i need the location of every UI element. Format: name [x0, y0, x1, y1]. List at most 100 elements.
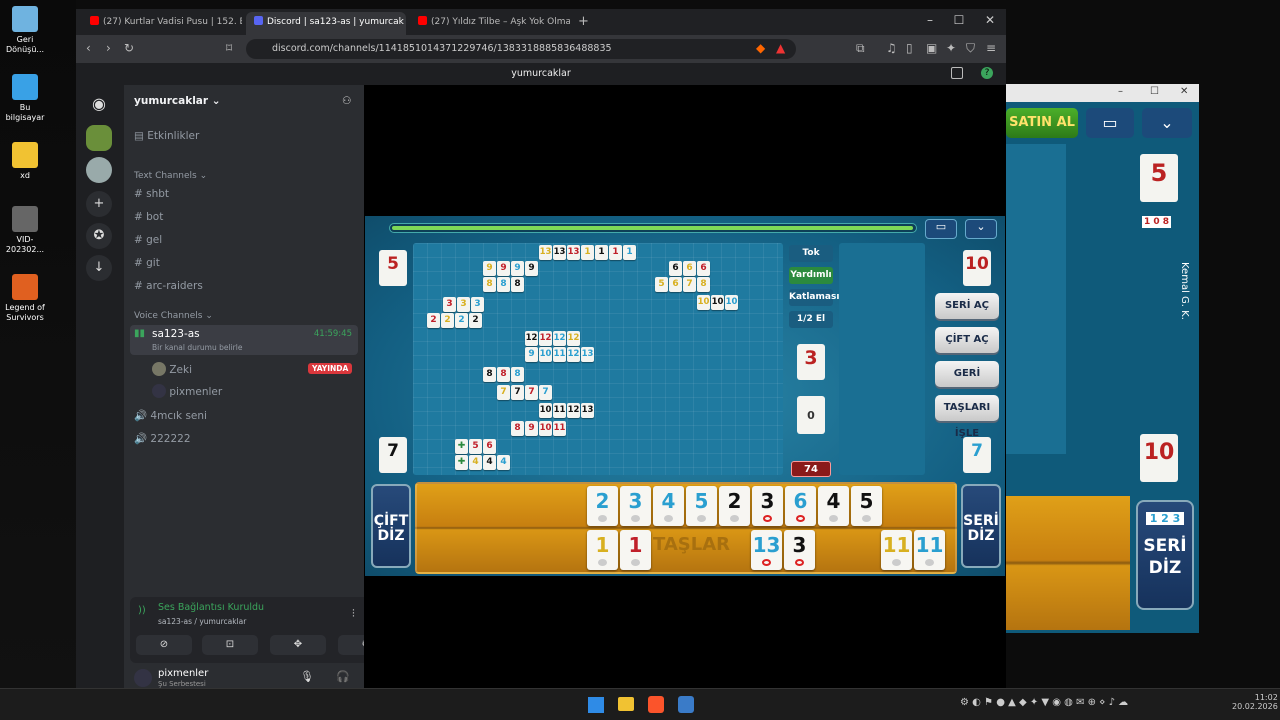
discord-home-icon[interactable]: ◉: [86, 91, 112, 117]
download-icon[interactable]: ↓: [86, 255, 112, 281]
maximize-button[interactable]: ☐: [1150, 86, 1159, 97]
buy-button[interactable]: SATIN AL: [1006, 108, 1078, 138]
rack-tile[interactable]: 3: [752, 486, 783, 526]
rack-tile[interactable]: 13: [751, 530, 782, 570]
tray-icons[interactable]: ⚙ ◐ ⚑ ● ▲ ◆ ✦ ▼ ◉ ◍ ✉ ⊕ ⋄ ♪ ☁: [960, 697, 1128, 708]
game-window[interactable]: – ☐ ✕ SATIN AL ▭ ⌄ 5 1 0 8 Kemal G. K. 1…: [1006, 84, 1199, 633]
seri-diz-button[interactable]: SERİ DİZ: [961, 484, 1001, 568]
text-category[interactable]: Text Channels ⌄: [134, 171, 207, 181]
help-icon[interactable]: ?: [981, 67, 993, 79]
screenshare-icon[interactable]: ⊡: [202, 635, 258, 655]
seri-diz-button[interactable]: 1 2 3 SERİ DİZ: [1136, 500, 1194, 610]
voice-user-pixmenler[interactable]: pixmenler: [152, 384, 222, 398]
channel-arc-raiders[interactable]: # arc-raiders: [134, 280, 203, 292]
folder-icon[interactable]: xd: [0, 142, 50, 181]
url-input[interactable]: discord.com/channels/1141851014371229746…: [246, 39, 796, 59]
forward-icon[interactable]: ›: [106, 41, 111, 55]
brave-rewards-icon[interactable]: ▲: [776, 41, 785, 55]
this-pc-icon[interactable]: Bu bilgisayar: [0, 74, 50, 123]
maximize-button[interactable]: ☐: [949, 13, 969, 27]
server-yumurcaklar-icon[interactable]: [86, 125, 112, 151]
avatar[interactable]: [134, 669, 152, 687]
brave-shield-icon[interactable]: ◆: [756, 41, 765, 55]
rack-tile[interactable]: 6: [785, 486, 816, 526]
media-icon[interactable]: ♫: [886, 41, 897, 55]
add-server-icon[interactable]: +: [86, 191, 112, 217]
rack-tile[interactable]: 3: [784, 530, 815, 570]
mic-icon[interactable]: 🎙: [300, 670, 314, 683]
player-rack[interactable]: TAŞLAR 2 3 4 5 2 3 6 4 5 1 1 13 3 11 11: [415, 482, 957, 574]
minimize-button[interactable]: –: [1118, 86, 1123, 97]
close-button[interactable]: ✕: [1180, 86, 1188, 97]
game-shortcut-icon[interactable]: Legend of Survivors: [0, 274, 50, 323]
vpn-icon[interactable]: ⛉: [966, 41, 975, 56]
headphones-icon[interactable]: 🎧: [336, 670, 350, 683]
screenshot-icon[interactable]: ⧉: [856, 41, 865, 56]
geri-topla-button[interactable]: GERİ TOPLA: [935, 361, 999, 405]
chat-icon[interactable]: ▭: [925, 219, 957, 239]
new-tab-button[interactable]: +: [574, 12, 594, 35]
right-discard-top[interactable]: 10: [963, 250, 991, 286]
invite-icon[interactable]: ⚇: [342, 95, 351, 107]
active-voice-channel[interactable]: ▮▮ sa123-as 41:59:45 Bir kanal durumu be…: [130, 325, 358, 355]
channel-git[interactable]: # git: [134, 257, 160, 269]
server-avatar-icon[interactable]: [86, 157, 112, 183]
seri-ac-button[interactable]: SERİ AÇ: [935, 293, 999, 319]
brave-icon[interactable]: [648, 696, 664, 713]
stream-viewer[interactable]: ▭ ⌄ 5 7 13 13 13 1 1 1 1 9 9 9 9 8 8 8 3 3 3 2 2 2 2 6 6 6 5 6 7 8 1…: [364, 85, 1006, 688]
cift-ac-button[interactable]: ÇİFT AÇ: [935, 327, 999, 353]
camera-off-icon[interactable]: ⊘: [136, 635, 192, 655]
video-file-icon[interactable]: VID-202302...: [0, 206, 50, 255]
reload-icon[interactable]: ↻: [124, 41, 134, 55]
rack-tile[interactable]: 11: [914, 530, 945, 570]
voice-channel-4mcik[interactable]: 🔊 4mcık seni: [134, 409, 207, 422]
ai-icon[interactable]: ✦: [946, 41, 956, 55]
left-discard-top[interactable]: 5: [379, 250, 407, 286]
voice-channel-222222[interactable]: 🔊 222222: [134, 432, 191, 445]
rack-tile[interactable]: 1: [620, 530, 651, 570]
noise-icon[interactable]: ⫶: [352, 607, 355, 621]
rack-tile[interactable]: 5: [851, 486, 882, 526]
voice-user-zeki[interactable]: Zeki: [152, 362, 192, 376]
rack-tile[interactable]: 11: [881, 530, 912, 570]
bookmark-icon[interactable]: ⌑: [226, 41, 232, 55]
clock[interactable]: 11:02 20.02.2026: [1232, 693, 1278, 711]
events-item[interactable]: ▤ Etkinlikler: [134, 130, 199, 142]
card-top[interactable]: 5: [1140, 154, 1178, 202]
center-pile[interactable]: 3: [797, 344, 825, 380]
minimize-button[interactable]: –: [920, 13, 940, 27]
rack-tile[interactable]: 1: [587, 530, 618, 570]
file-explorer-icon[interactable]: [618, 697, 634, 711]
taslari-isle-button[interactable]: TAŞLARI İŞLE: [935, 395, 999, 439]
channel-gel[interactable]: # gel: [134, 234, 162, 246]
activities-icon[interactable]: ✥: [270, 635, 326, 655]
chevron-down-icon[interactable]: ⌄: [965, 219, 997, 239]
inbox-icon[interactable]: [951, 67, 963, 79]
sidebar-icon[interactable]: ▯: [906, 41, 913, 55]
voice-category[interactable]: Voice Channels ⌄: [134, 311, 213, 321]
okey-game-board[interactable]: ▭ ⌄ 5 7 13 13 13 1 1 1 1 9 9 9 9 8 8 8 3 3 3 2 2 2 2 6 6 6 5 6 7 8 1…: [365, 216, 1005, 576]
wallet-icon[interactable]: ▣: [926, 41, 937, 55]
cift-diz-button[interactable]: ÇİFT DİZ: [371, 484, 411, 568]
channel-shbt[interactable]: # shbt: [134, 188, 169, 200]
menu-icon[interactable]: ≡: [986, 41, 996, 55]
tab-youtube-2[interactable]: (27) Yıldız Tilbe – Aşk Yok Olmaktır: [410, 12, 570, 35]
game-app-icon[interactable]: [678, 696, 694, 713]
rack-tile[interactable]: 5: [686, 486, 717, 526]
channel-bot[interactable]: # bot: [134, 211, 163, 223]
rack-tile[interactable]: 3: [620, 486, 651, 526]
rack-tile[interactable]: 2: [587, 486, 618, 526]
left-discard-bottom[interactable]: 7: [379, 437, 407, 473]
card-mid[interactable]: 10: [1140, 434, 1178, 482]
recycle-bin-icon[interactable]: Geri Dönüşü...: [0, 6, 50, 55]
tab-discord[interactable]: Discord | sa123-as | yumurcak: [246, 12, 406, 35]
tab-youtube-1[interactable]: (27) Kurtlar Vadisi Pusu | 152. Bölüm: [82, 12, 242, 35]
close-button[interactable]: ✕: [980, 13, 1000, 27]
rack-tile[interactable]: 4: [653, 486, 684, 526]
back-icon[interactable]: ‹: [86, 41, 91, 55]
rack-tile[interactable]: 2: [719, 486, 750, 526]
start-icon[interactable]: [588, 697, 604, 713]
discover-icon[interactable]: ✪: [86, 223, 112, 249]
server-name[interactable]: yumurcaklar ⌄: [134, 95, 221, 107]
rack-tile[interactable]: 4: [818, 486, 849, 526]
